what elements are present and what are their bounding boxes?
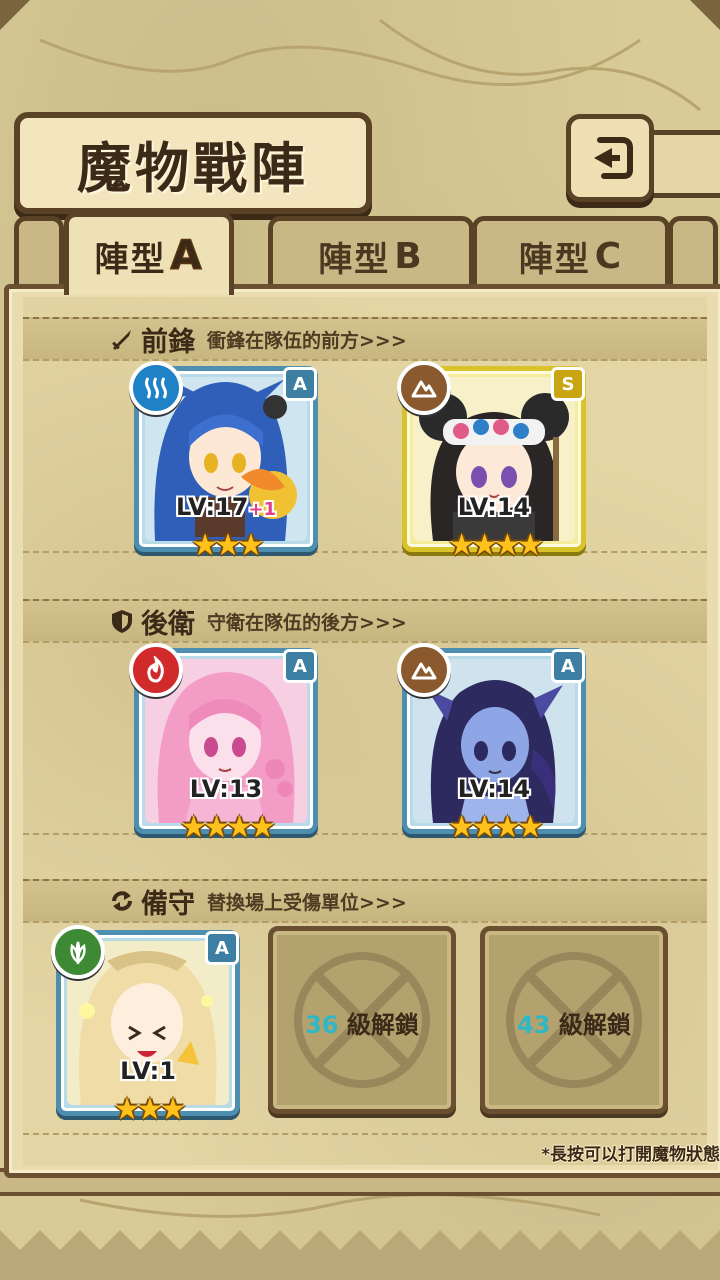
level-text: LV:1 xyxy=(120,1057,176,1085)
earth-icon xyxy=(397,643,451,697)
tab-label: 陣型 xyxy=(94,239,167,280)
unlock-level: 36 xyxy=(305,1011,339,1039)
back-button-rail xyxy=(646,130,720,198)
earth-icon xyxy=(397,361,451,415)
back-arrow-icon xyxy=(594,137,633,179)
monster-card-front-1[interactable]: A LV:17+1 ★★★ xyxy=(129,361,318,563)
shield-icon xyxy=(107,606,137,636)
section-reserve-title: 備守 xyxy=(141,888,195,920)
page-title: 魔物戰陣 xyxy=(77,135,309,200)
star-rating: ★★★ xyxy=(113,1092,187,1127)
tab-letter: B xyxy=(394,235,424,277)
tab-formation-c[interactable]: 陣型 C xyxy=(472,216,670,291)
fire-icon xyxy=(129,643,183,697)
section-back-header: 後衛 守衛在隊伍的後方>>> xyxy=(23,599,707,643)
front-row xyxy=(23,359,707,553)
wind-icon xyxy=(51,925,105,979)
section-reserve-desc: 替換場上受傷單位>>> xyxy=(207,891,407,914)
level-bonus: +1 xyxy=(248,499,277,520)
unlock-level: 43 xyxy=(517,1011,551,1039)
tab-label: 陣型 xyxy=(318,239,391,280)
tab-edge-left xyxy=(14,216,64,291)
unlock-requirement: 36 級解鎖 xyxy=(305,1011,419,1039)
section-front-desc: 衝鋒在隊伍的前方>>> xyxy=(207,329,407,352)
tab-letter: A xyxy=(170,232,204,280)
rank-badge: A xyxy=(551,649,585,683)
tab-letter: C xyxy=(594,235,624,277)
monster-card-front-2[interactable]: S LV:14 ★★★★ xyxy=(397,361,586,563)
rank-badge: A xyxy=(205,931,239,965)
back-button[interactable] xyxy=(566,114,654,202)
level-text: LV:17+1 xyxy=(175,493,277,521)
back-row xyxy=(23,641,707,835)
rank-badge: S xyxy=(551,367,585,401)
level-text: LV:14 xyxy=(457,493,531,521)
section-back-desc: 守衛在隊伍的後方>>> xyxy=(207,611,407,634)
long-press-hint: *長按可以打開魔物狀態 xyxy=(541,1145,720,1165)
star-rating: ★★★★ xyxy=(448,810,544,845)
tab-label: 陣型 xyxy=(518,239,591,280)
level-text: LV:13 xyxy=(189,775,263,803)
rank-badge: A xyxy=(283,649,317,683)
star-rating: ★★★ xyxy=(191,528,265,563)
star-rating: ★★★★ xyxy=(180,810,276,845)
section-back-title: 後衛 xyxy=(141,608,195,640)
monster-card-back-2[interactable]: A LV:14 ★★★★ xyxy=(397,643,586,845)
section-front-header: 前鋒 衝鋒在隊伍的前方>>> xyxy=(23,317,707,361)
section-front-title: 前鋒 xyxy=(141,326,195,358)
unlock-requirement: 43 級解鎖 xyxy=(517,1011,631,1039)
locked-slot-1[interactable]: 36 級解鎖 xyxy=(268,926,456,1114)
rank-badge: A xyxy=(283,367,317,401)
star-rating: ★★★★ xyxy=(448,528,544,563)
section-reserve-header: 備守 替換場上受傷單位>>> xyxy=(23,879,707,923)
tab-formation-a[interactable]: 陣型 A xyxy=(64,212,234,295)
water-icon xyxy=(129,361,183,415)
swap-icon xyxy=(107,886,137,916)
level-text: LV:14 xyxy=(457,775,531,803)
sword-icon xyxy=(107,324,137,354)
tab-edge-right xyxy=(668,216,718,291)
monster-card-back-1[interactable]: A LV:13 ★★★★ xyxy=(129,643,318,845)
tab-formation-b[interactable]: 陣型 B xyxy=(268,216,474,291)
title-plate: 魔物戰陣 xyxy=(14,112,372,214)
monster-card-reserve-1[interactable]: A LV:1 ★★★ xyxy=(51,925,240,1127)
locked-slot-2[interactable]: 43 級解鎖 xyxy=(480,926,668,1114)
